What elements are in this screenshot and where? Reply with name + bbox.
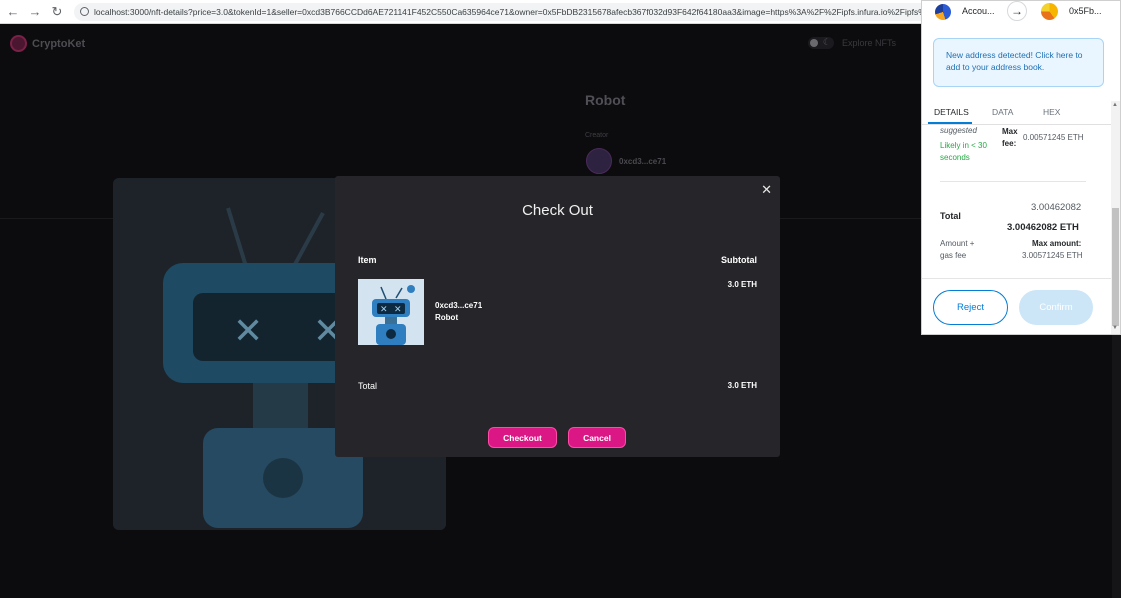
address-bar[interactable]: localhost:3000/nft-details?price=3.0&tok…: [74, 2, 934, 21]
forward-icon[interactable]: →: [26, 3, 44, 21]
metamask-tabs: DETAILS DATA HEX: [922, 101, 1112, 125]
creator-address[interactable]: 0xcd3...ce71: [619, 157, 666, 166]
reject-button[interactable]: Reject: [933, 290, 1008, 325]
max-fee-label-line1: Max: [1002, 127, 1018, 136]
new-address-notice[interactable]: New address detected! Click here to add …: [933, 38, 1104, 87]
column-header-item: Item: [358, 255, 377, 265]
checkout-modal: ✕ Check Out Item Subtotal ✕ ✕ 0xcd3...ce…: [335, 176, 780, 457]
metamask-header: Accou... → 0x5Fb...: [922, 1, 1120, 27]
creator-label: Creator: [585, 132, 609, 139]
total-value: 3.0 ETH: [727, 381, 757, 390]
item-owner-address: 0xcd3...ce71: [435, 301, 483, 310]
divider: [922, 278, 1111, 279]
account-avatar-icon: [935, 4, 951, 20]
likely-time-line1: Likely in < 30: [940, 141, 987, 150]
max-fee-value: 0.00571245 ETH: [1023, 133, 1084, 142]
reload-icon[interactable]: ↻: [48, 3, 66, 21]
back-icon[interactable]: ←: [4, 3, 22, 21]
column-header-subtotal: Subtotal: [721, 255, 757, 265]
tab-data[interactable]: DATA: [992, 107, 1013, 117]
item-name: Robot: [435, 313, 459, 322]
max-amount-label: Max amount:: [1032, 239, 1082, 248]
modal-title: Check Out: [522, 202, 593, 219]
total-primary: 3.00462082: [1031, 202, 1082, 213]
amount-gas-label-line1: Amount +: [940, 239, 975, 248]
total-label: Total: [940, 211, 961, 221]
avatar: [586, 148, 612, 174]
item-thumbnail: ✕ ✕: [358, 279, 424, 345]
scroll-up-icon[interactable]: ▲: [1112, 102, 1118, 108]
total-secondary: 3.00462082 ETH: [1007, 222, 1079, 233]
item-subtotal: 3.0 ETH: [727, 280, 757, 289]
theme-toggle[interactable]: ☾: [808, 37, 834, 49]
divider: [940, 181, 1086, 182]
site-info-icon[interactable]: [80, 7, 89, 16]
logo-icon: [10, 35, 27, 52]
url-text: localhost:3000/nft-details?price=3.0&tok…: [94, 6, 934, 17]
svg-text:✕: ✕: [233, 311, 263, 352]
site-logo[interactable]: CryptoKet: [10, 35, 85, 52]
max-amount-value: 3.00571245 ETH: [1022, 251, 1083, 260]
scroll-down-icon[interactable]: ▼: [1112, 325, 1118, 331]
robot-thumbnail-icon: ✕ ✕: [358, 279, 424, 345]
recipient-avatar-icon: [1041, 3, 1058, 20]
confirm-button[interactable]: Confirm: [1019, 290, 1093, 325]
total-label: Total: [358, 381, 378, 391]
to-address[interactable]: 0x5Fb...: [1069, 6, 1102, 16]
svg-text:✕: ✕: [394, 305, 402, 315]
max-fee-label-line2: fee:: [1002, 139, 1017, 148]
active-tab-indicator: [928, 122, 972, 124]
tab-details[interactable]: DETAILS: [934, 107, 969, 117]
nft-title: Robot: [585, 92, 626, 108]
tab-hex[interactable]: HEX: [1043, 107, 1060, 117]
metamask-popup: Accou... → 0x5Fb... New address detected…: [921, 0, 1121, 335]
close-icon[interactable]: ✕: [761, 182, 772, 198]
cancel-button[interactable]: Cancel: [568, 427, 626, 448]
arrow-right-icon: →: [1007, 1, 1027, 21]
gas-suggested-label: suggested: [940, 126, 977, 135]
nav-link-explore[interactable]: Explore NFTs: [842, 38, 896, 48]
metamask-scrollbar-thumb[interactable]: [1112, 208, 1119, 326]
from-account-name[interactable]: Accou...: [962, 6, 995, 16]
likely-time-line2: seconds: [940, 153, 970, 162]
checkout-button[interactable]: Checkout: [488, 427, 557, 448]
svg-text:✕: ✕: [380, 305, 388, 315]
logo-text: CryptoKet: [32, 37, 86, 50]
amount-gas-label-line2: gas fee: [940, 251, 967, 260]
moon-icon: ☾: [822, 37, 831, 47]
